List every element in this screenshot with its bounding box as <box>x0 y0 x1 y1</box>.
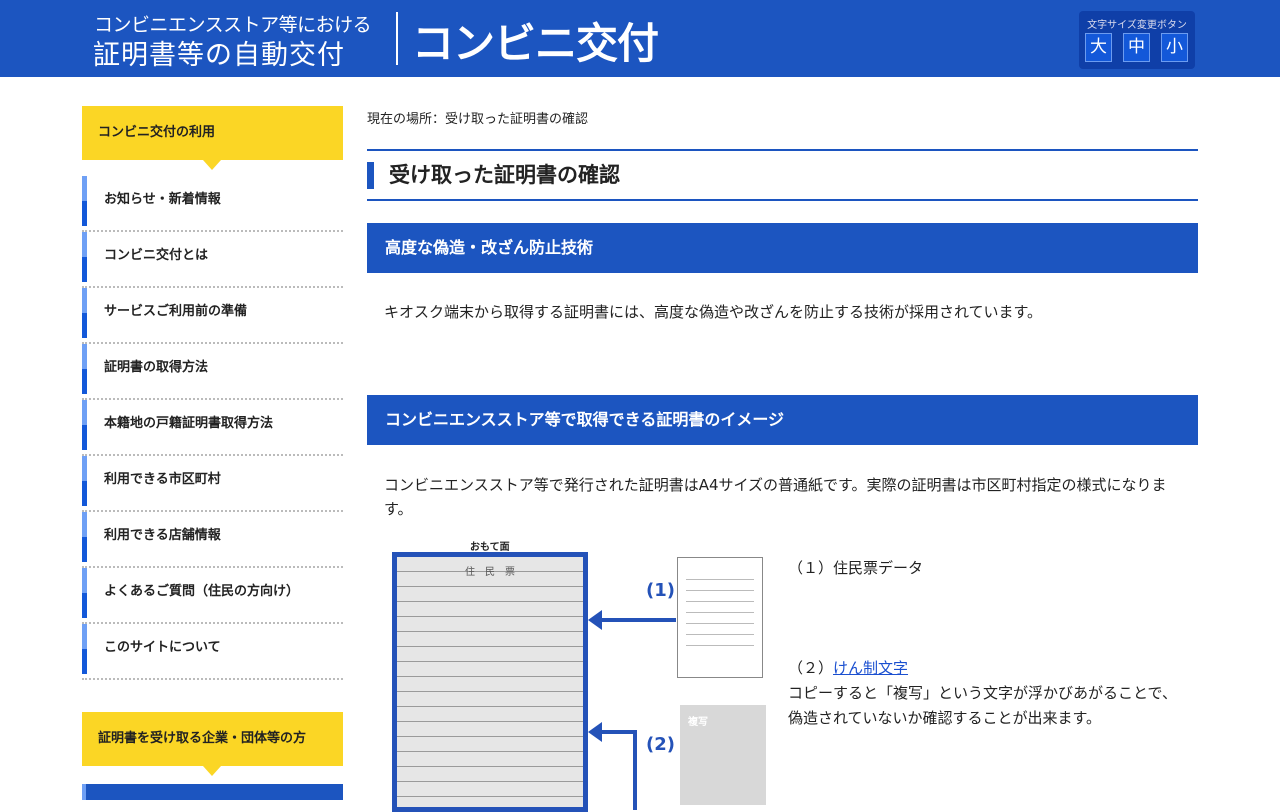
item-description: コピーすると「複写」という文字が浮かびあがることで、偽造されていないか確認するこ… <box>788 684 1177 727</box>
sidebar-section-heading: コンビニ交付の利用 <box>82 106 343 170</box>
item-label: 住民票データ <box>833 559 924 577</box>
section-text: コンビニエンスストア等で発行された証明書はA4サイズの普通紙です。実際の証明書は… <box>384 476 1167 518</box>
item-number: （１） <box>788 559 834 577</box>
font-size-large-button[interactable]: 大 <box>1085 33 1112 62</box>
font-size-small-button[interactable]: 小 <box>1161 33 1188 62</box>
section-heading: コンビニエンスストア等で取得できる証明書のイメージ <box>367 395 1198 445</box>
font-size-switcher: 文字サイズ変更ボタン 大 中 小 <box>1079 11 1195 69</box>
arrow-head-icon <box>588 610 602 630</box>
item-number: （２） <box>788 659 834 677</box>
page-title: 受け取った証明書の確認 <box>367 149 1198 201</box>
sidebar-item[interactable]: 利用できる市区町村 <box>82 456 343 512</box>
anti-forgery-text-link[interactable]: けん制文字 <box>833 659 908 677</box>
arrow-head-icon <box>588 722 602 742</box>
header-main: 証明書等の自動交付 <box>93 40 345 71</box>
section-text: キオスク端末から取得する証明書には、高度な偽造や改ざんを防止する技術が採用されて… <box>384 303 1043 321</box>
watermark-text: 複写 <box>688 717 708 728</box>
list-item: （１）住民票データ <box>788 556 1178 581</box>
sidebar-section-heading-2: 証明書を受け取る企業・団体等の方 <box>82 712 343 776</box>
sidebar-item[interactable]: 本籍地の戸籍証明書取得方法 <box>82 400 343 456</box>
font-size-label: 文字サイズ変更ボタン <box>1087 20 1187 31</box>
sidebar-item[interactable]: お知らせ・新着情報 <box>82 176 343 232</box>
sidebar-item[interactable]: コンビニ交付とは <box>82 232 343 288</box>
sidebar: コンビニ交付の利用 お知らせ・新着情報 コンビニ交付とは サービスご利用前の準備… <box>82 106 343 680</box>
list-item: （２）けん制文字コピーすると「複写」という文字が浮かびあがることで、偽造されてい… <box>788 656 1178 731</box>
site-header: コンビニエンスストア等における 証明書等の自動交付 コンビニ交付 文字サイズ変更… <box>0 0 1280 77</box>
site-title[interactable]: コンビニ交付 <box>412 10 659 71</box>
sidebar-item[interactable]: サービスご利用前の準備 <box>82 288 343 344</box>
figure-caption: おもて面 <box>470 542 510 553</box>
certificate-title: 住 民 票 <box>465 567 515 578</box>
label-1: (1) <box>646 580 675 601</box>
watermark-thumbnail: 複写 <box>680 705 766 805</box>
sidebar-item[interactable]: このサイトについて <box>82 624 343 680</box>
label-2: (2) <box>646 734 675 755</box>
font-size-medium-button[interactable]: 中 <box>1123 33 1150 62</box>
section-heading: 高度な偽造・改ざん防止技術 <box>367 223 1198 273</box>
certificate-front: 住 民 票 <box>392 552 588 812</box>
resident-data-thumbnail <box>677 557 763 678</box>
sidebar-item-active[interactable] <box>82 784 343 800</box>
arrow-1 <box>592 618 676 622</box>
sidebar-nav: お知らせ・新着情報 コンビニ交付とは サービスご利用前の準備 証明書の取得方法 … <box>82 176 343 680</box>
breadcrumb: 現在の場所：受け取った証明書の確認 <box>367 112 589 127</box>
arrow-2-stem <box>633 730 637 810</box>
sidebar-item[interactable]: 証明書の取得方法 <box>82 344 343 400</box>
sidebar-item[interactable]: 利用できる店舗情報 <box>82 512 343 568</box>
sidebar-item[interactable]: よくあるご質問（住民の方向け） <box>82 568 343 624</box>
header-divider <box>396 12 398 65</box>
